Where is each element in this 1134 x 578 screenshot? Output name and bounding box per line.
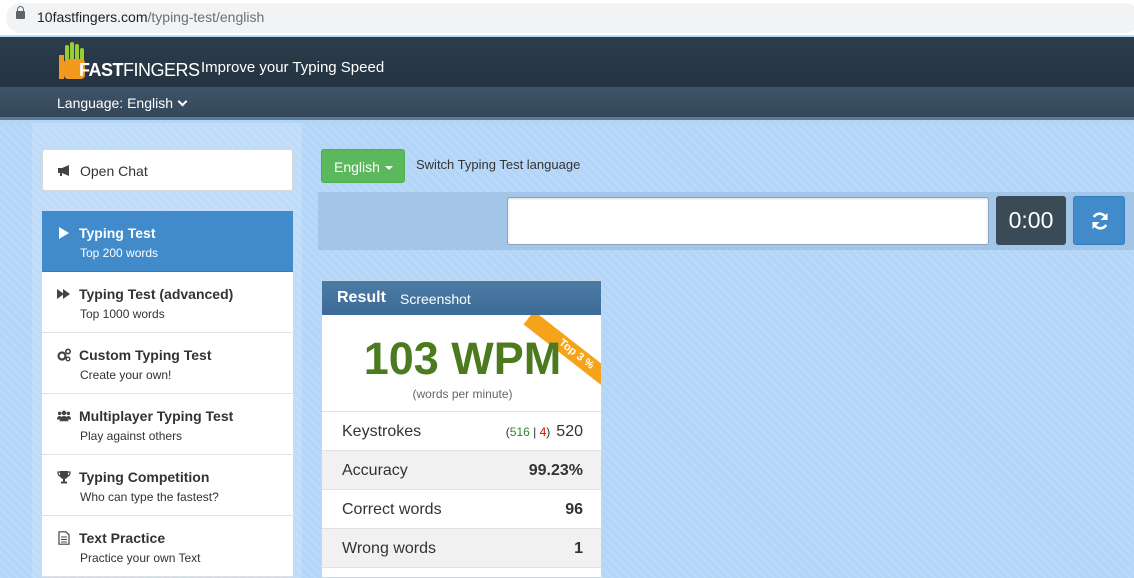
wrong-words-row: Wrong words 1 bbox=[322, 528, 601, 567]
users-icon bbox=[57, 410, 71, 422]
correct-words-row: Correct words 96 bbox=[322, 489, 601, 528]
logo-text-thin: FINGERS bbox=[123, 60, 200, 80]
result-header: Result Screenshot bbox=[322, 281, 601, 315]
correct-words-label: Correct words bbox=[342, 501, 442, 518]
sidebar-item-title: Typing Test (advanced) bbox=[79, 286, 234, 302]
wpm-value: 103 WPM bbox=[363, 333, 562, 384]
result-title: Result bbox=[337, 289, 386, 306]
wpm-caption: (words per minute) bbox=[412, 387, 513, 401]
open-chat-label: Open Chat bbox=[80, 163, 148, 179]
sidebar-nav: Typing Test Top 200 words Typing Test (a… bbox=[42, 211, 293, 577]
sidebar-item-subtitle: Play against others bbox=[80, 429, 183, 443]
caret-down-icon bbox=[385, 166, 393, 170]
correct-words-value: 96 bbox=[565, 501, 583, 518]
wrong-words-label: Wrong words bbox=[342, 540, 436, 557]
trophy-icon bbox=[57, 471, 71, 484]
url-path: /typing-test/english bbox=[147, 9, 265, 25]
megaphone-icon bbox=[58, 165, 69, 176]
accuracy-value: 99.23% bbox=[528, 462, 583, 479]
fast-forward-icon bbox=[57, 289, 70, 299]
language-menu-label: Language: English bbox=[57, 95, 173, 111]
url-domain: 10fastfingers.com bbox=[37, 9, 148, 25]
sidebar-item-title: Typing Test bbox=[79, 225, 156, 241]
url-text[interactable]: 10fastfingers.com/typing-test/english bbox=[37, 9, 264, 25]
screenshot-link[interactable]: Screenshot bbox=[400, 291, 471, 307]
keystrokes-value: (516 | 4) 520 bbox=[506, 423, 583, 441]
logo-text: FASTFINGERS bbox=[79, 60, 200, 81]
logo-text-bold: FAST bbox=[79, 60, 124, 80]
keystrokes-correct: 516 bbox=[509, 425, 530, 439]
switch-language-label: Switch Typing Test language bbox=[416, 157, 581, 172]
sidebar-item-text-practice[interactable]: Text Practice Practice your own Text bbox=[42, 516, 293, 577]
sidebar-item-title: Custom Typing Test bbox=[79, 347, 212, 363]
lock-icon[interactable] bbox=[16, 6, 25, 19]
wrong-words-value: 1 bbox=[574, 540, 583, 557]
keystrokes-close-paren: ) bbox=[546, 425, 551, 439]
site-logo[interactable]: FASTFINGERS bbox=[57, 41, 200, 81]
sidebar-item-subtitle: Top 1000 words bbox=[80, 307, 165, 321]
sidebar-item-typing-test[interactable]: Typing Test Top 200 words bbox=[42, 211, 293, 272]
play-icon bbox=[59, 227, 69, 239]
sidebar-item-multiplayer[interactable]: Multiplayer Typing Test Play against oth… bbox=[42, 394, 293, 455]
gears-icon bbox=[57, 348, 71, 362]
sidebar-item-subtitle: Practice your own Text bbox=[80, 551, 201, 565]
language-menu[interactable]: Language: English bbox=[57, 95, 188, 111]
sidebar-item-title: Multiplayer Typing Test bbox=[79, 408, 234, 424]
keystrokes-total: 520 bbox=[556, 423, 583, 440]
browser-address-bar: 10fastfingers.com/typing-test/english bbox=[0, 0, 1134, 36]
accuracy-row: Accuracy 99.23% bbox=[322, 450, 601, 489]
keystrokes-row: Keystrokes (516 | 4) 520 bbox=[322, 411, 601, 450]
sidebar-item-subtitle: Who can type the fastest? bbox=[80, 490, 219, 504]
sidebar-item-subtitle: Create your own! bbox=[80, 368, 172, 382]
tagline: Improve your Typing Speed bbox=[201, 59, 385, 76]
keystrokes-detail: (516 | 4) bbox=[506, 425, 551, 439]
document-icon bbox=[58, 531, 70, 545]
sidebar-item-title: Typing Competition bbox=[79, 469, 210, 485]
chevron-down-icon bbox=[177, 96, 188, 107]
keystrokes-separator: | bbox=[529, 425, 540, 439]
language-dropdown-label: English bbox=[334, 159, 380, 175]
sidebar-item-typing-competition[interactable]: Typing Competition Who can type the fast… bbox=[42, 455, 293, 516]
keystrokes-label: Keystrokes bbox=[342, 423, 422, 440]
sidebar-item-custom-typing-test[interactable]: Custom Typing Test Create your own! bbox=[42, 333, 293, 394]
refresh-icon bbox=[1092, 212, 1108, 230]
result-panel: Result Screenshot Top 3 % 103 WPM (words… bbox=[321, 280, 602, 578]
language-dropdown-button[interactable]: English bbox=[321, 149, 405, 183]
sidebar-item-subtitle: Top 200 words bbox=[80, 246, 159, 260]
accuracy-label: Accuracy bbox=[342, 462, 408, 479]
typing-input[interactable] bbox=[507, 197, 989, 245]
open-chat-button[interactable]: Open Chat bbox=[42, 149, 293, 191]
sidebar-item-title: Text Practice bbox=[79, 530, 166, 546]
reload-button[interactable] bbox=[1073, 196, 1125, 245]
sidebar-item-typing-test-advanced[interactable]: Typing Test (advanced) Top 1000 words bbox=[42, 272, 293, 333]
timer: 0:00 bbox=[996, 196, 1066, 245]
next-stat-row bbox=[322, 567, 601, 577]
